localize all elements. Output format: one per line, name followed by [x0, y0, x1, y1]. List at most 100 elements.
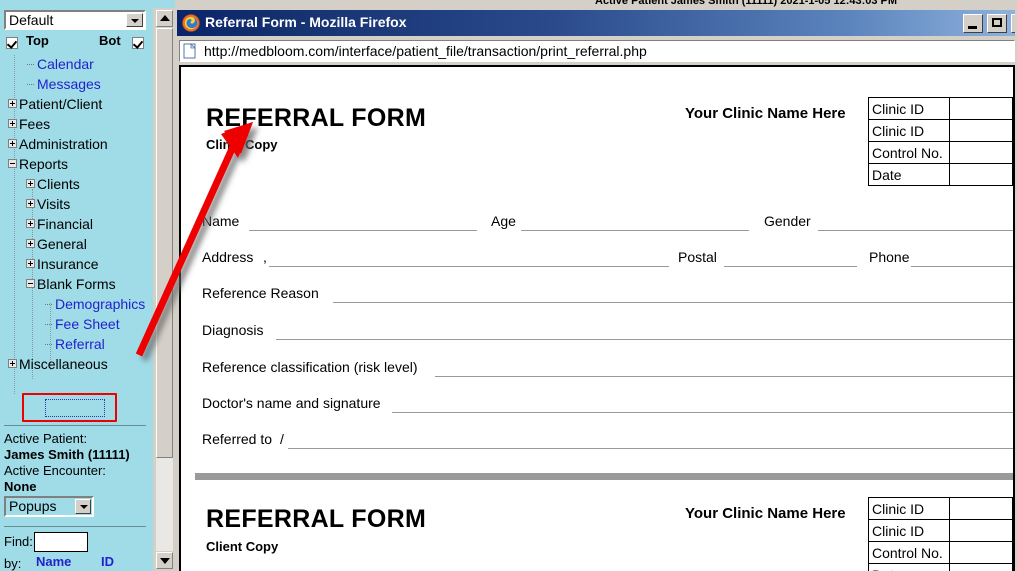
expand-icon[interactable]	[8, 99, 17, 108]
field-label-name: Name	[202, 213, 240, 229]
clinic-table-value[interactable]	[948, 563, 1013, 571]
clinic-table-row: Clinic ID	[868, 119, 1013, 142]
tree-item-financial[interactable]: Financial	[0, 215, 152, 235]
field-line-address[interactable]	[269, 266, 669, 267]
find-by-label: by:	[4, 556, 22, 571]
expand-icon[interactable]	[26, 259, 35, 268]
field-line-doctor-signature[interactable]	[392, 412, 1013, 413]
tree-item-clients[interactable]: Clients	[0, 175, 152, 195]
referred-to-separator: /	[280, 431, 284, 447]
clinic-table-value[interactable]	[948, 119, 1013, 142]
popups-select[interactable]: Popups	[4, 496, 94, 517]
maximize-icon[interactable]	[987, 14, 1007, 33]
find-by-id-link[interactable]: ID	[101, 554, 114, 569]
field-line-postal[interactable]	[724, 266, 857, 267]
clinic-table-value[interactable]	[948, 519, 1013, 542]
find-by-name-link[interactable]: Name	[36, 554, 71, 569]
tree-item-administration[interactable]: Administration	[0, 135, 152, 155]
field-line-phone[interactable]	[911, 266, 1013, 267]
address-separator: ,	[263, 249, 267, 265]
tree-item-demographics[interactable]: Demographics	[0, 295, 152, 315]
tree-item-messages[interactable]: Messages	[0, 75, 152, 95]
field-line-name[interactable]	[249, 230, 477, 231]
tree-connector-icon	[45, 344, 52, 346]
clinic-table-value[interactable]	[948, 141, 1013, 164]
collapse-icon[interactable]	[8, 159, 17, 168]
expand-icon[interactable]	[26, 239, 35, 248]
bot-checkbox-label: Bot	[99, 33, 121, 48]
tree-item-fees[interactable]: Fees	[0, 115, 152, 135]
top-checkbox-label: Top	[26, 33, 49, 48]
expand-icon[interactable]	[8, 359, 17, 368]
tree-item-miscellaneous[interactable]: Miscellaneous	[0, 355, 152, 375]
sidebar-scrollbar[interactable]	[152, 8, 175, 571]
clinic-table-value[interactable]	[948, 497, 1013, 520]
field-line-reference-classification[interactable]	[435, 376, 1013, 377]
field-line-referred-to[interactable]	[288, 448, 1013, 449]
tree-item-label: Referral	[55, 336, 105, 352]
find-input[interactable]	[34, 532, 88, 552]
expand-icon[interactable]	[26, 179, 35, 188]
tree-connector-icon	[27, 84, 34, 86]
tree-item-label: Insurance	[37, 256, 99, 272]
popups-select-value: Popups	[9, 498, 57, 514]
find-label: Find:	[4, 534, 33, 549]
clinic-info-table-client-copy: Clinic IDClinic IDControl No.Date	[868, 497, 1013, 571]
clinic-table-value[interactable]	[948, 163, 1013, 186]
tree-connector-icon	[45, 304, 52, 306]
form-subtitle-client-copy: Client Copy	[206, 539, 279, 554]
tree-connector-icon	[45, 324, 52, 326]
tree-item-reports[interactable]: Reports	[0, 155, 152, 175]
tree-item-patient-client[interactable]: Patient/Client	[0, 95, 152, 115]
top-strip-center-text: Active Patient James Smith (11111) 2021-…	[595, 0, 898, 7]
tree-item-general[interactable]: General	[0, 235, 152, 255]
tree-item-calendar[interactable]: Calendar	[0, 55, 152, 75]
theme-select-value: Default	[9, 12, 54, 28]
field-label-reference-reason: Reference Reason	[202, 285, 319, 301]
field-line-gender[interactable]	[818, 230, 1013, 231]
expand-icon[interactable]	[26, 219, 35, 228]
firefox-window: Referral Form - Mozilla Firefox http://m…	[175, 8, 1017, 571]
url-text[interactable]: http://medbloom.com/interface/patient_fi…	[204, 43, 647, 59]
minimize-icon[interactable]	[963, 14, 983, 33]
field-line-age[interactable]	[521, 230, 749, 231]
tree-item-insurance[interactable]: Insurance	[0, 255, 152, 275]
close-icon[interactable]	[1011, 14, 1015, 33]
field-label-referred-to: Referred to	[202, 431, 273, 447]
triangle-down-icon[interactable]	[156, 552, 173, 569]
theme-select[interactable]: Default	[4, 10, 146, 30]
chevron-down-icon[interactable]	[126, 13, 143, 27]
scrollbar-thumb[interactable]	[156, 28, 173, 458]
tree-item-visits[interactable]: Visits	[0, 195, 152, 215]
field-label-address: Address	[202, 249, 254, 265]
tree-item-blank-forms[interactable]: Blank Forms	[0, 275, 152, 295]
tree-item-label: Miscellaneous	[19, 356, 108, 372]
clinic-table-label: Clinic ID	[868, 119, 950, 142]
url-bar[interactable]: http://medbloom.com/interface/patient_fi…	[179, 40, 1015, 62]
top-bot-toggle-row: Top Bot	[4, 33, 146, 53]
active-encounter-label: Active Encounter:	[4, 463, 106, 478]
field-line-reference-reason[interactable]	[333, 302, 1013, 303]
referral-highlight-box	[22, 393, 117, 422]
top-checkbox[interactable]	[6, 37, 18, 49]
tree-item-fee-sheet[interactable]: Fee Sheet	[0, 315, 152, 335]
field-label-diagnosis: Diagnosis	[202, 322, 264, 338]
sidebar-divider-2	[4, 526, 146, 527]
expand-icon[interactable]	[8, 139, 17, 148]
field-label-postal: Postal	[678, 249, 717, 265]
expand-icon[interactable]	[8, 119, 17, 128]
top-status-strip-right: Active Patient James Smith (11111) 2021-…	[175, 0, 1017, 8]
chevron-down-icon[interactable]	[75, 499, 91, 514]
clinic-table-value[interactable]	[948, 541, 1013, 564]
bot-checkbox[interactable]	[132, 37, 144, 49]
expand-icon[interactable]	[26, 199, 35, 208]
collapse-icon[interactable]	[26, 279, 35, 288]
clinic-name-clinic-copy: Your Clinic Name Here	[685, 105, 846, 122]
clinic-table-row: Clinic ID	[868, 97, 1013, 120]
field-line-diagnosis[interactable]	[276, 339, 1013, 340]
tree-item-referral[interactable]: Referral	[0, 335, 152, 355]
clinic-table-value[interactable]	[948, 97, 1013, 120]
tree-connector-icon	[27, 64, 34, 66]
window-titlebar[interactable]: Referral Form - Mozilla Firefox	[177, 10, 1015, 36]
triangle-up-icon[interactable]	[156, 10, 173, 27]
